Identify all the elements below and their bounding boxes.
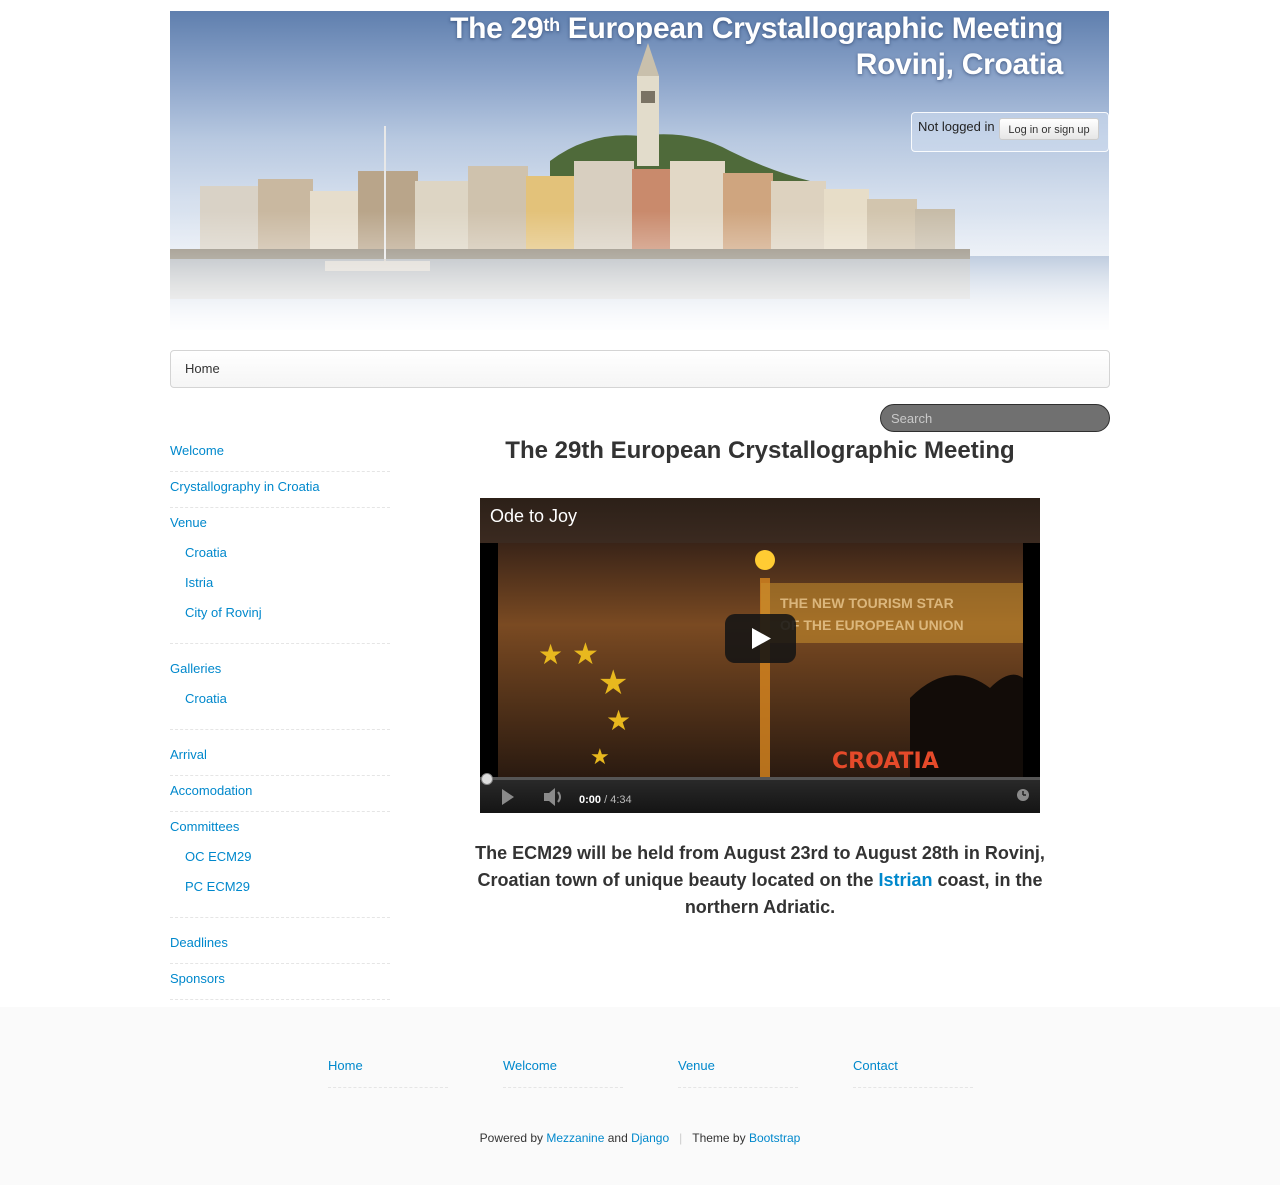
play-button[interactable]	[725, 614, 796, 663]
title-line1-rest: European Crystallographic Meeting	[559, 12, 1064, 45]
video-overlay-line1: THE NEW TOURISM STAR	[780, 595, 954, 611]
top-navbar: Home	[170, 350, 1110, 388]
sidebar-item-deadlines[interactable]: Deadlines	[170, 928, 390, 964]
sidebar-item-sponsors[interactable]: Sponsors	[170, 964, 390, 1000]
title-prefix: The 29	[450, 12, 544, 45]
sidebar-item-accomodation[interactable]: Accomodation	[170, 776, 390, 812]
credits-divider: |	[679, 1131, 683, 1145]
nav-home-link[interactable]: Home	[185, 361, 220, 376]
svg-text:★: ★	[590, 745, 610, 770]
istrian-link[interactable]: Istrian	[878, 870, 932, 890]
sidebar-subitem-pc-ecm29[interactable]: PC ECM29	[170, 872, 390, 918]
sidebar-nav: Welcome Crystallography in Croatia Venue…	[170, 436, 390, 1036]
video-title-bar: Ode to Joy	[480, 498, 1040, 543]
intro-paragraph: The ECM29 will be held from August 23rd …	[460, 840, 1060, 921]
sidebar-item-arrival[interactable]: Arrival	[170, 740, 390, 776]
django-link[interactable]: Django	[631, 1131, 669, 1145]
clock-icon[interactable]	[1017, 789, 1029, 801]
sidebar-item-committees[interactable]: Committees	[170, 812, 390, 842]
video-player[interactable]: THE NEW TOURISM STAR OF THE EUROPEAN UNI…	[480, 498, 1040, 813]
footer-link-home[interactable]: Home	[328, 1057, 448, 1088]
powered-by-label: Powered by	[479, 1131, 547, 1145]
sidebar-item-crystallography[interactable]: Crystallography in Croatia	[170, 472, 390, 508]
video-controls	[480, 779, 1040, 813]
footer-link-welcome[interactable]: Welcome	[503, 1057, 623, 1088]
login-box: Not logged in Log in or sign up	[911, 112, 1109, 152]
volume-icon[interactable]	[544, 788, 561, 806]
site-title: The 29th European Crystallographic Meeti…	[450, 11, 1063, 83]
small-play-icon[interactable]	[502, 789, 514, 805]
sidebar-subitem-istria[interactable]: Istria	[170, 568, 390, 598]
sidebar-subitem-galleries-croatia[interactable]: Croatia	[170, 684, 390, 730]
page-title: The 29th European Crystallographic Meeti…	[505, 437, 1015, 464]
progress-handle[interactable]	[481, 773, 493, 785]
play-icon	[752, 628, 771, 649]
mezzanine-link[interactable]: Mezzanine	[546, 1131, 604, 1145]
title-superscript: th	[543, 15, 560, 35]
video-progress-bar[interactable]	[480, 777, 1040, 780]
video-overlay-line2: OF THE EUROPEAN UNION	[780, 617, 964, 633]
bootstrap-link[interactable]: Bootstrap	[749, 1131, 800, 1145]
svg-text:★: ★	[538, 638, 563, 671]
theme-by-label: Theme by	[692, 1131, 749, 1145]
footer-credits: Powered by Mezzanine and Django | Theme by…	[0, 1131, 1280, 1145]
sidebar-item-welcome[interactable]: Welcome	[170, 436, 390, 472]
svg-text:★: ★	[598, 663, 628, 703]
sidebar-item-venue[interactable]: Venue	[170, 508, 390, 538]
login-button[interactable]: Log in or sign up	[999, 118, 1099, 140]
footer: Home Welcome Venue Contact Powered by Me…	[0, 1007, 1280, 1185]
video-time: 0:00 / 4:34	[579, 794, 632, 806]
header-banner: The 29th European Crystallographic Meeti…	[170, 11, 1109, 330]
video-time-current: 0:00	[579, 794, 602, 806]
footer-link-venue[interactable]: Venue	[678, 1057, 798, 1088]
search-input[interactable]	[880, 404, 1110, 432]
svg-text:★: ★	[572, 637, 599, 672]
video-title[interactable]: Ode to Joy	[490, 506, 577, 527]
sidebar-subitem-city-of-rovinj[interactable]: City of Rovinj	[170, 598, 390, 644]
svg-text:★: ★	[606, 704, 631, 737]
and-label: and	[604, 1131, 632, 1145]
title-line2: Rovinj, Croatia	[855, 48, 1064, 81]
sidebar-subitem-venue-croatia[interactable]: Croatia	[170, 538, 390, 568]
login-status: Not logged in	[918, 119, 995, 134]
sidebar-item-galleries[interactable]: Galleries	[170, 654, 390, 684]
croatia-logo-text: CROATIA	[832, 749, 939, 774]
footer-link-contact[interactable]: Contact	[853, 1057, 973, 1088]
video-time-total: / 4:34	[601, 794, 632, 806]
sidebar-subitem-oc-ecm29[interactable]: OC ECM29	[170, 842, 390, 872]
